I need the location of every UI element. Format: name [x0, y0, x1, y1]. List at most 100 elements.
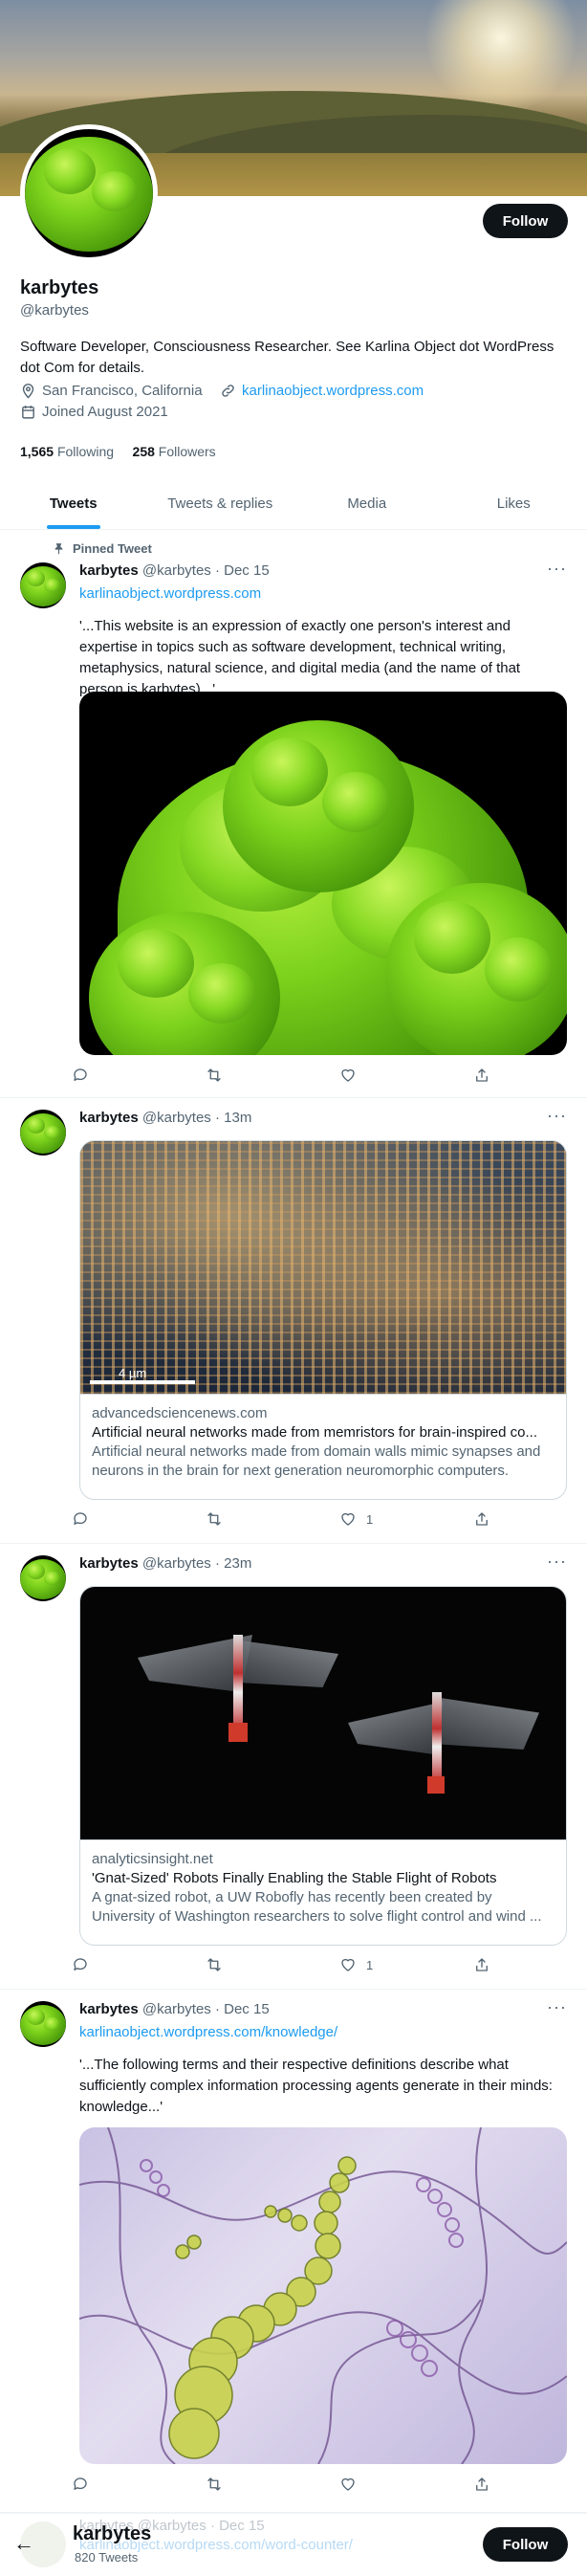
joined-text: Joined August 2021 [42, 404, 168, 420]
tab-likes[interactable]: Likes [441, 478, 587, 529]
reply-button[interactable] [72, 1955, 129, 1974]
robot-battery [228, 1723, 248, 1742]
tweet-text: '...The following terms and their respec… [79, 2057, 553, 2115]
profile-name: karbytes [20, 277, 99, 298]
following-count: 1,565 [20, 444, 54, 459]
reply-button[interactable] [72, 1509, 129, 1529]
tweet-actions: 1 [72, 1955, 531, 1974]
retweet-button[interactable] [206, 1066, 263, 1085]
tweet-author[interactable]: karbytes [79, 1110, 139, 1126]
retweet-icon [207, 1068, 221, 1082]
card-text: advancedsciencenews.com Artificial neura… [80, 1394, 566, 1490]
follow-counts: 1,565 Following 258 Followers [20, 444, 216, 459]
link-card[interactable]: analyticsinsight.net 'Gnat-Sized' Robots… [79, 1586, 567, 1946]
more-icon[interactable]: ··· [547, 559, 567, 579]
tweet-meta: @karbytes · 13m [141, 1110, 252, 1126]
tweet[interactable]: karbytes @karbytes · Dec 15 ··· karlinao… [0, 1990, 587, 2513]
romanesco-image [385, 883, 567, 1055]
card-domain: advancedsciencenews.com [92, 1405, 268, 1421]
reply-icon [74, 1512, 87, 1525]
calendar-icon [22, 406, 34, 419]
share-button[interactable] [473, 1955, 531, 1974]
retweet-button[interactable] [206, 1509, 263, 1529]
profile-avatar[interactable] [20, 124, 158, 262]
tweet-avatar[interactable] [20, 2001, 66, 2047]
scale-bar [90, 1380, 195, 1384]
romanesco-image [20, 2005, 66, 2045]
reply-icon [74, 1068, 87, 1081]
more-icon[interactable]: ··· [547, 1552, 567, 1572]
tab-tweets[interactable]: Tweets [0, 478, 147, 529]
like-count: 1 [366, 1511, 374, 1527]
tab-media[interactable]: Media [294, 478, 441, 529]
like-button[interactable]: 1 [339, 1955, 397, 1974]
more-icon[interactable]: ··· [547, 1106, 567, 1126]
tweet-image[interactable] [79, 2127, 567, 2464]
like-icon [341, 2477, 355, 2491]
romanesco-image [223, 720, 414, 892]
illustration-art [79, 2127, 567, 2464]
card-title: 'Gnat-Sized' Robots Finally Enabling the… [92, 1870, 497, 1886]
sticky-follow-button[interactable]: Follow [483, 2527, 568, 2562]
retweet-button[interactable] [206, 2475, 263, 2494]
profile-website[interactable]: karlinaobject.wordpress.com [220, 383, 424, 399]
followers-count: 258 [132, 444, 155, 459]
follow-button[interactable]: Follow [483, 204, 568, 238]
tweet-image[interactable] [79, 692, 567, 1055]
location-text: San Francisco, California [42, 383, 203, 399]
like-button[interactable] [339, 1066, 397, 1085]
share-icon [476, 2477, 488, 2491]
tweet-header: karbytes @karbytes · Dec 15 [79, 2001, 270, 2017]
share-icon [476, 1958, 488, 1971]
tweet-meta: @karbytes · 23m [141, 1555, 252, 1572]
card-description: A gnat-sized robot, a UW Robofly has rec… [92, 1889, 542, 1925]
like-icon [341, 1512, 355, 1526]
reply-icon [74, 1958, 87, 1971]
robot-body [432, 1692, 442, 1783]
tweet-link[interactable]: karlinaobject.wordpress.com/knowledge/ [79, 2024, 337, 2040]
card-domain: analyticsinsight.net [92, 1851, 213, 1867]
retweet-button[interactable] [206, 1955, 263, 1974]
tweet[interactable]: karbytes @karbytes · 23m ··· analyticsin… [0, 1544, 587, 1990]
reply-button[interactable] [72, 2475, 129, 2494]
tweet-actions: 1 [72, 1509, 531, 1529]
share-button[interactable] [473, 2475, 531, 2494]
sticky-name: karbytes [73, 2523, 152, 2544]
tweet-meta: @karbytes · Dec 15 [141, 2001, 270, 2017]
profile-bio: Software Developer, Consciousness Resear… [20, 339, 554, 376]
pinned-indicator: Pinned Tweet [53, 541, 152, 556]
robot-body [233, 1635, 243, 1730]
tweet-header: karbytes @karbytes · 13m [79, 1110, 251, 1126]
profile-location: San Francisco, California [20, 383, 203, 399]
tweet[interactable]: karbytes @karbytes · 13m ··· 4 µm advanc… [0, 1098, 587, 1544]
share-button[interactable] [473, 1066, 531, 1085]
following-link[interactable]: 1,565 Following [20, 444, 114, 459]
followers-link[interactable]: 258 Followers [133, 444, 216, 459]
tweet-avatar[interactable] [20, 562, 66, 608]
like-button[interactable] [339, 2475, 397, 2494]
like-icon [341, 1958, 355, 1971]
location-icon [22, 384, 34, 399]
tweet-author[interactable]: karbytes [79, 562, 139, 579]
link-card[interactable]: 4 µm advancedsciencenews.com Artificial … [79, 1140, 567, 1500]
robot-battery [427, 1776, 445, 1794]
link-icon [222, 385, 234, 397]
back-arrow-icon[interactable]: ← [13, 2531, 34, 2556]
card-text: analyticsinsight.net 'Gnat-Sized' Robots… [80, 1839, 566, 1936]
share-button[interactable] [473, 1509, 531, 1529]
tweet[interactable]: Pinned Tweet karbytes @karbytes · Dec 15… [0, 530, 587, 1098]
tweet-link[interactable]: karlinaobject.wordpress.com [79, 585, 261, 602]
website-link[interactable]: karlinaobject.wordpress.com [242, 383, 424, 399]
reply-button[interactable] [72, 1066, 129, 1085]
like-button[interactable]: 1 [339, 1509, 397, 1529]
tweet-header: karbytes @karbytes · Dec 15 [79, 562, 270, 579]
tab-tweets-replies[interactable]: Tweets & replies [147, 478, 294, 529]
tweet-avatar[interactable] [20, 1110, 66, 1156]
tweet-author[interactable]: karbytes [79, 2001, 139, 2017]
followers-label: Followers [158, 444, 216, 459]
like-icon [341, 1068, 355, 1082]
reply-icon [74, 2477, 87, 2490]
more-icon[interactable]: ··· [547, 1997, 567, 2017]
tweet-author[interactable]: karbytes [79, 1555, 139, 1572]
tweet-avatar[interactable] [20, 1555, 66, 1601]
